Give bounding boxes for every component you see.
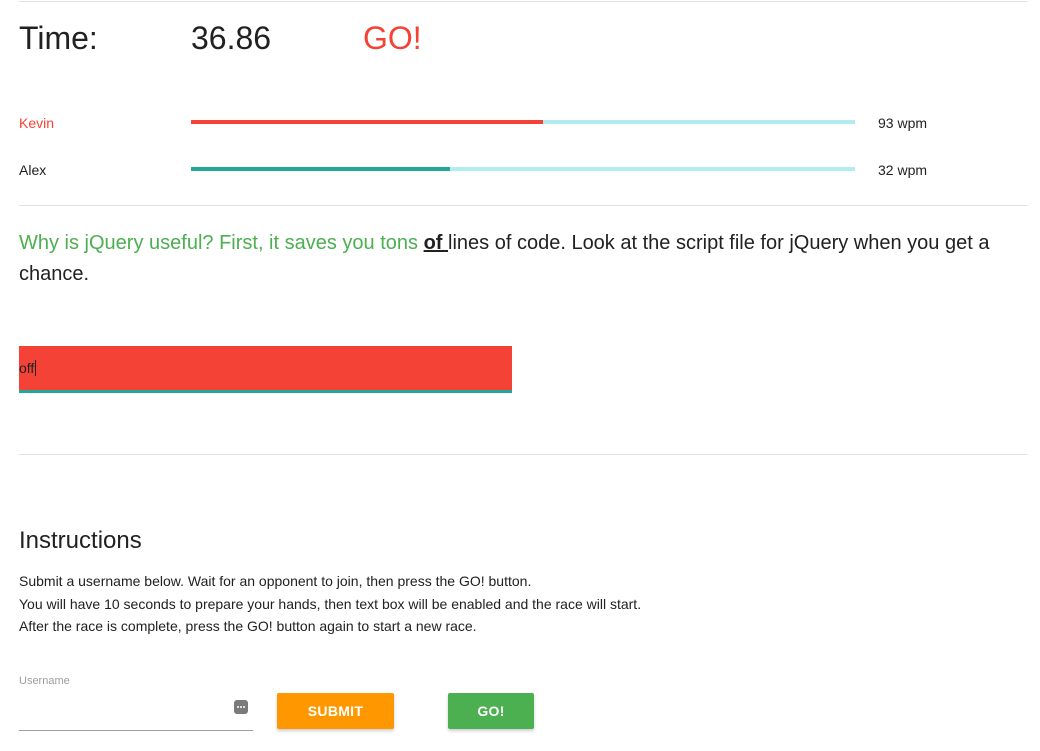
instructions-line: After the race is complete, press the GO… <box>19 618 477 634</box>
wpm-value: 32 <box>878 162 894 178</box>
more-horiz-icon[interactable] <box>234 700 248 714</box>
racer-name-kevin: Kevin <box>19 115 55 131</box>
racer-wpm-kevin: 93 wpm <box>878 113 927 133</box>
wpm-unit: wpm <box>897 115 928 131</box>
timer-label: Time: <box>19 20 98 56</box>
username-field <box>19 694 253 731</box>
section-divider <box>19 205 1027 206</box>
racer-name-alex: Alex <box>19 162 47 178</box>
race-status: GO! <box>363 20 422 56</box>
typing-box[interactable]: off <box>19 346 512 393</box>
top-divider <box>19 1 1027 2</box>
instructions-title: Instructions <box>19 527 142 554</box>
username-label: Username <box>19 675 70 687</box>
passage-current-word: of <box>423 232 449 254</box>
section-divider-lower <box>19 454 1027 455</box>
racer-progress-fill-kevin <box>191 120 543 124</box>
instructions-line: Submit a username below. Wait for an opp… <box>19 573 532 589</box>
race-page: Time: 36.86 GO! Kevin 93 wpm Alex 32 wpm… <box>0 0 1040 751</box>
instructions-text: Submit a username below. Wait for an opp… <box>19 570 641 638</box>
timer-value: 36.86 <box>191 20 272 56</box>
submit-button[interactable]: SUBMIT <box>277 693 394 729</box>
racer-progress-track-kevin <box>191 120 855 124</box>
wpm-value: 93 <box>878 115 894 131</box>
wpm-unit: wpm <box>897 162 928 178</box>
racer-wpm-alex: 32 wpm <box>878 160 927 180</box>
go-button[interactable]: GO! <box>448 693 534 729</box>
passage-typed-text: Why is jQuery useful? First, it saves yo… <box>19 232 424 254</box>
racer-progress-track-alex <box>191 167 855 171</box>
username-input[interactable] <box>19 694 219 728</box>
race-passage: Why is jQuery useful? First, it saves yo… <box>19 228 1029 290</box>
racer-progress-fill-alex <box>191 167 450 171</box>
instructions-line: You will have 10 seconds to prepare your… <box>19 595 642 612</box>
